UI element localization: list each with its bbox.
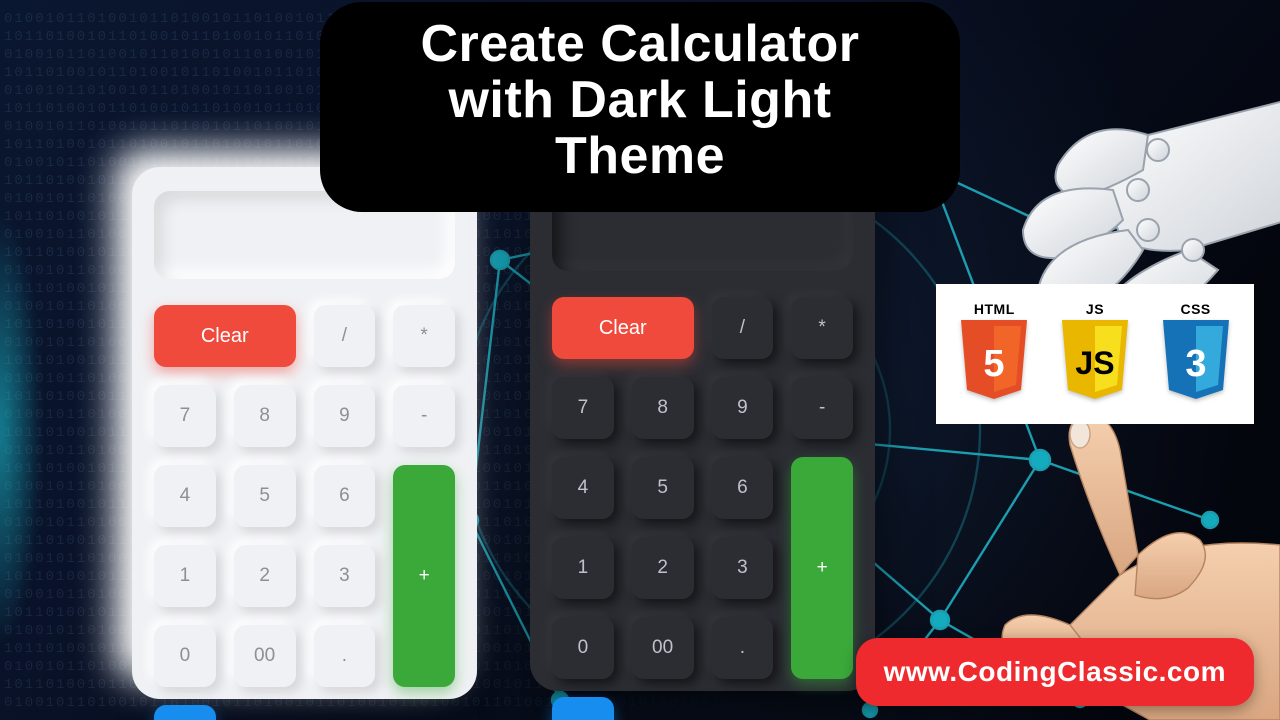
thumbnail-stage: 0100101101001011010010110100101101001011… [0,0,1280,720]
key-1[interactable]: 1 [154,545,216,607]
key-0[interactable]: 0 [154,625,216,687]
html5-logo: HTML 5 [955,301,1033,408]
edge-glow [0,120,60,720]
key-multiply[interactable]: * [393,305,455,367]
key-minus[interactable]: - [791,377,853,439]
css3-shield-icon: 3 [1157,320,1235,408]
key-9[interactable]: 9 [314,385,376,447]
js-logo: JS JS [1056,301,1134,408]
css3-logo: CSS 3 [1157,301,1235,408]
html5-label: HTML [974,301,1015,317]
svg-text:5: 5 [984,343,1005,385]
key-5[interactable]: 5 [234,465,296,527]
key-divide[interactable]: / [314,305,376,367]
key-5[interactable]: 5 [632,457,694,519]
calculator-light: Clear / * 7 8 9 - 4 5 6 + 1 2 3 0 00 . = [132,167,477,699]
main-title: Create Calculator with Dark Light Theme [320,2,960,212]
key-8[interactable]: 8 [632,377,694,439]
key-multiply[interactable]: * [791,297,853,359]
key-0[interactable]: 0 [552,617,614,679]
svg-text:3: 3 [1185,343,1206,385]
calculator-dark: Clear / * 7 8 9 - 4 5 6 + 1 2 3 0 00 . = [530,159,875,691]
key-equals[interactable]: = [552,697,614,720]
key-00[interactable]: 00 [234,625,296,687]
key-6[interactable]: 6 [314,465,376,527]
key-plus[interactable]: + [393,465,455,687]
html5-shield-icon: 5 [955,320,1033,408]
svg-text:JS: JS [1075,345,1114,381]
js-label: JS [1086,301,1104,317]
key-00[interactable]: 00 [632,617,694,679]
key-2[interactable]: 2 [234,545,296,607]
key-equals[interactable]: = [154,705,216,720]
key-1[interactable]: 1 [552,537,614,599]
key-dot[interactable]: . [712,617,774,679]
key-7[interactable]: 7 [552,377,614,439]
key-4[interactable]: 4 [552,457,614,519]
key-plus[interactable]: + [791,457,853,679]
key-3[interactable]: 3 [314,545,376,607]
title-line2: Theme [555,127,725,185]
js-shield-icon: JS [1056,320,1134,408]
key-9[interactable]: 9 [712,377,774,439]
css3-label: CSS [1180,301,1210,317]
key-4[interactable]: 4 [154,465,216,527]
key-8[interactable]: 8 [234,385,296,447]
tech-logos-card: HTML 5 JS JS CSS 3 [936,284,1254,424]
key-divide[interactable]: / [712,297,774,359]
website-badge[interactable]: www.CodingClassic.com [856,638,1254,706]
key-minus[interactable]: - [393,385,455,447]
key-6[interactable]: 6 [712,457,774,519]
key-dot[interactable]: . [314,625,376,687]
title-line1: Create Calculator with Dark Light [420,15,859,129]
key-3[interactable]: 3 [712,537,774,599]
key-2[interactable]: 2 [632,537,694,599]
key-clear[interactable]: Clear [552,297,694,359]
key-7[interactable]: 7 [154,385,216,447]
key-clear[interactable]: Clear [154,305,296,367]
